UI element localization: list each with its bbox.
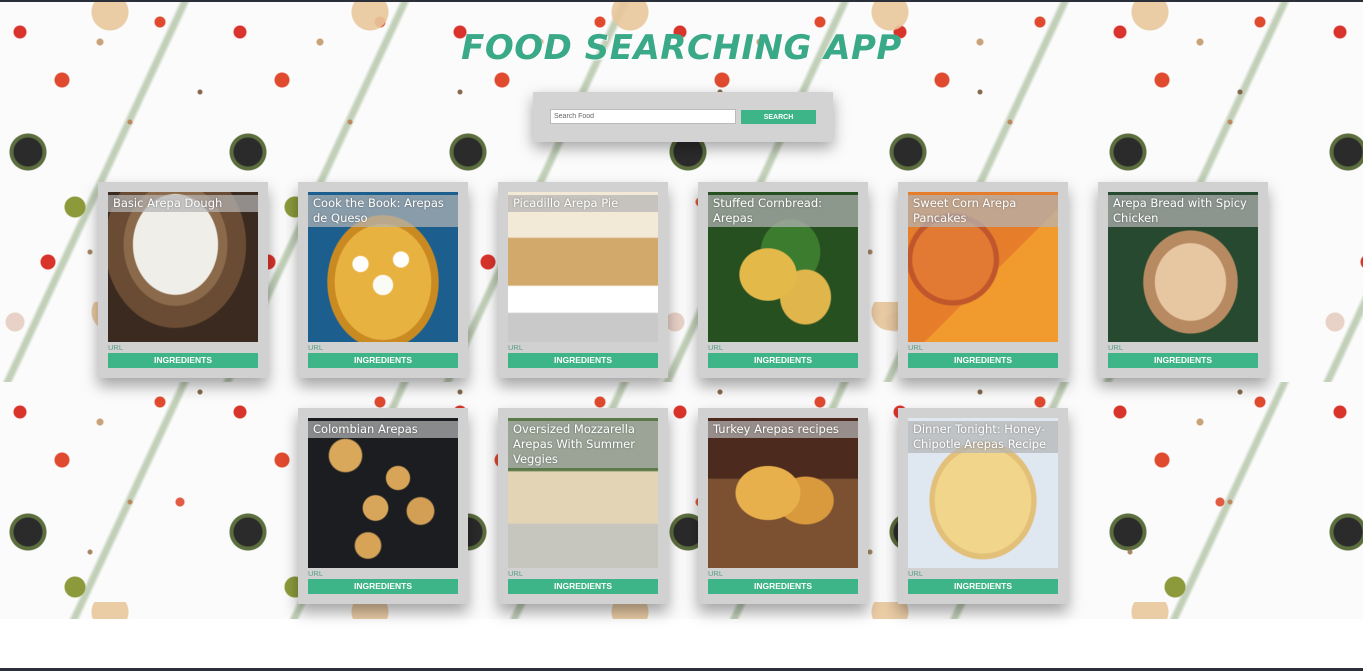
recipe-title: Dinner Tonight: Honey-Chipotle Arepas Re… — [908, 421, 1058, 453]
recipe-card: Picadillo Arepa Pie URL INGREDIENTS — [498, 182, 668, 378]
recipe-image[interactable]: Colombian Arepas — [308, 418, 458, 568]
recipe-card: Sweet Corn Arepa Pancakes URL INGREDIENT… — [898, 182, 1068, 378]
ingredients-button[interactable]: INGREDIENTS — [708, 353, 858, 368]
ingredients-button[interactable]: INGREDIENTS — [1108, 353, 1258, 368]
recipe-url-link[interactable]: URL — [908, 569, 923, 578]
recipe-url-link[interactable]: URL — [508, 343, 523, 352]
recipe-url-link[interactable]: URL — [708, 569, 723, 578]
recipe-card: Dinner Tonight: Honey-Chipotle Arepas Re… — [898, 408, 1068, 604]
search-button[interactable]: SEARCH — [741, 110, 816, 124]
ingredients-button[interactable]: INGREDIENTS — [908, 353, 1058, 368]
recipe-title: Turkey Arepas recipes — [708, 421, 858, 438]
recipe-card: Stuffed Cornbread: Arepas URL INGREDIENT… — [698, 182, 868, 378]
search-input[interactable] — [550, 109, 736, 124]
recipe-title: Picadillo Arepa Pie — [508, 195, 658, 212]
recipe-image[interactable]: Basic Arepa Dough — [108, 192, 258, 342]
recipe-image[interactable]: Arepa Bread with Spicy Chicken — [1108, 192, 1258, 342]
recipe-card: Basic Arepa Dough URL INGREDIENTS — [98, 182, 268, 378]
ingredients-button[interactable]: INGREDIENTS — [908, 579, 1058, 594]
recipe-title: Colombian Arepas — [308, 421, 458, 438]
recipe-image[interactable]: Cook the Book: Arepas de Queso — [308, 192, 458, 342]
app-title: FOOD SEARCHING APP — [461, 28, 902, 68]
recipe-url-link[interactable]: URL — [508, 569, 523, 578]
recipe-url-link[interactable]: URL — [108, 343, 123, 352]
ingredients-button[interactable]: INGREDIENTS — [308, 353, 458, 368]
ingredients-button[interactable]: INGREDIENTS — [108, 353, 258, 368]
recipe-title: Stuffed Cornbread: Arepas — [708, 195, 858, 227]
ingredients-button[interactable]: INGREDIENTS — [308, 579, 458, 594]
recipe-card: Cook the Book: Arepas de Queso URL INGRE… — [298, 182, 468, 378]
recipe-image[interactable]: Sweet Corn Arepa Pancakes — [908, 192, 1058, 342]
recipe-title: Cook the Book: Arepas de Queso — [308, 195, 458, 227]
recipe-card: Arepa Bread with Spicy Chicken URL INGRE… — [1098, 182, 1268, 378]
recipe-url-link[interactable]: URL — [908, 343, 923, 352]
ingredients-button[interactable]: INGREDIENTS — [508, 353, 658, 368]
recipe-image[interactable]: Oversized Mozzarella Arepas With Summer … — [508, 418, 658, 568]
recipe-card: Oversized Mozzarella Arepas With Summer … — [498, 408, 668, 604]
recipe-url-link[interactable]: URL — [308, 343, 323, 352]
recipe-title: Oversized Mozzarella Arepas With Summer … — [508, 421, 658, 468]
recipe-title: Arepa Bread with Spicy Chicken — [1108, 195, 1258, 227]
ingredients-button[interactable]: INGREDIENTS — [708, 579, 858, 594]
recipe-image[interactable]: Dinner Tonight: Honey-Chipotle Arepas Re… — [908, 418, 1058, 568]
recipe-url-link[interactable]: URL — [708, 343, 723, 352]
recipe-title: Basic Arepa Dough — [108, 195, 258, 212]
search-panel: SEARCH — [533, 92, 833, 142]
recipe-url-link[interactable]: URL — [1108, 343, 1123, 352]
recipe-image[interactable]: Picadillo Arepa Pie — [508, 192, 658, 342]
recipe-image[interactable]: Stuffed Cornbread: Arepas — [708, 192, 858, 342]
recipe-url-link[interactable]: URL — [308, 569, 323, 578]
recipe-image[interactable]: Turkey Arepas recipes — [708, 418, 858, 568]
recipe-card: Turkey Arepas recipes URL INGREDIENTS — [698, 408, 868, 604]
ingredients-button[interactable]: INGREDIENTS — [508, 579, 658, 594]
recipe-title: Sweet Corn Arepa Pancakes — [908, 195, 1058, 227]
recipe-card: Colombian Arepas URL INGREDIENTS — [298, 408, 468, 604]
